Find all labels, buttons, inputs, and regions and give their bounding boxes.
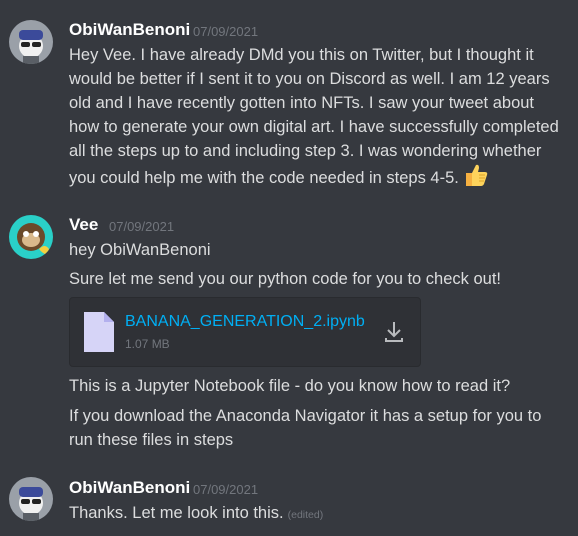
message-text: Thanks. Let me look into this. (edited) [69, 501, 564, 527]
author-name[interactable]: ObiWanBenoni [69, 478, 190, 498]
file-attachment: BANANA_GENERATION_2.ipynb 1.07 MB [69, 297, 421, 367]
avatar-image [9, 215, 53, 259]
message-line: all the steps up to and including step 3… [69, 142, 542, 160]
author-name[interactable]: Vee [69, 215, 98, 235]
message-line-text: you could help me with the code needed i… [69, 169, 459, 187]
message-line: would be better if I sent it to you on D… [69, 70, 550, 88]
timestamp: 07/09/2021 [193, 482, 259, 497]
message-line: how to generate your own digital art. I … [69, 118, 559, 136]
message-text: hey ObiWanBenoni [69, 241, 211, 259]
message-line-text: Thanks. Let me look into this. [69, 504, 284, 522]
message-line: you could help me with the code needed i… [69, 163, 564, 194]
avatar-image [9, 477, 53, 521]
thumbs-up-emoji-icon [463, 163, 489, 194]
message-text: This is a Jupyter Notebook file - do you… [69, 377, 511, 395]
message-line: run these files in steps [69, 431, 234, 449]
message-line: If you download the Anaconda Navigator i… [69, 407, 542, 425]
avatar[interactable] [9, 477, 53, 521]
download-icon[interactable] [384, 320, 404, 349]
edited-label: (edited) [287, 509, 324, 521]
avatar-image [9, 20, 53, 64]
message-text: Hey Vee. I have already DMd you this on … [69, 43, 564, 194]
timestamp: 07/09/2021 [109, 219, 175, 234]
file-name-link[interactable]: BANANA_GENERATION_2.ipynb [125, 313, 365, 331]
avatar[interactable] [9, 20, 53, 64]
message-text: Sure let me send you our python code for… [69, 270, 502, 288]
file-size: 1.07 MB [125, 337, 170, 351]
message-line: old and I have recently gotten into NFTs… [69, 94, 535, 112]
message-line: Hey Vee. I have already DMd you this on … [69, 46, 534, 64]
author-name[interactable]: ObiWanBenoni [69, 20, 190, 40]
timestamp: 07/09/2021 [193, 24, 259, 39]
message-text: If you download the Anaconda Navigator i… [69, 404, 564, 452]
avatar[interactable] [9, 215, 53, 259]
file-icon [82, 310, 116, 359]
